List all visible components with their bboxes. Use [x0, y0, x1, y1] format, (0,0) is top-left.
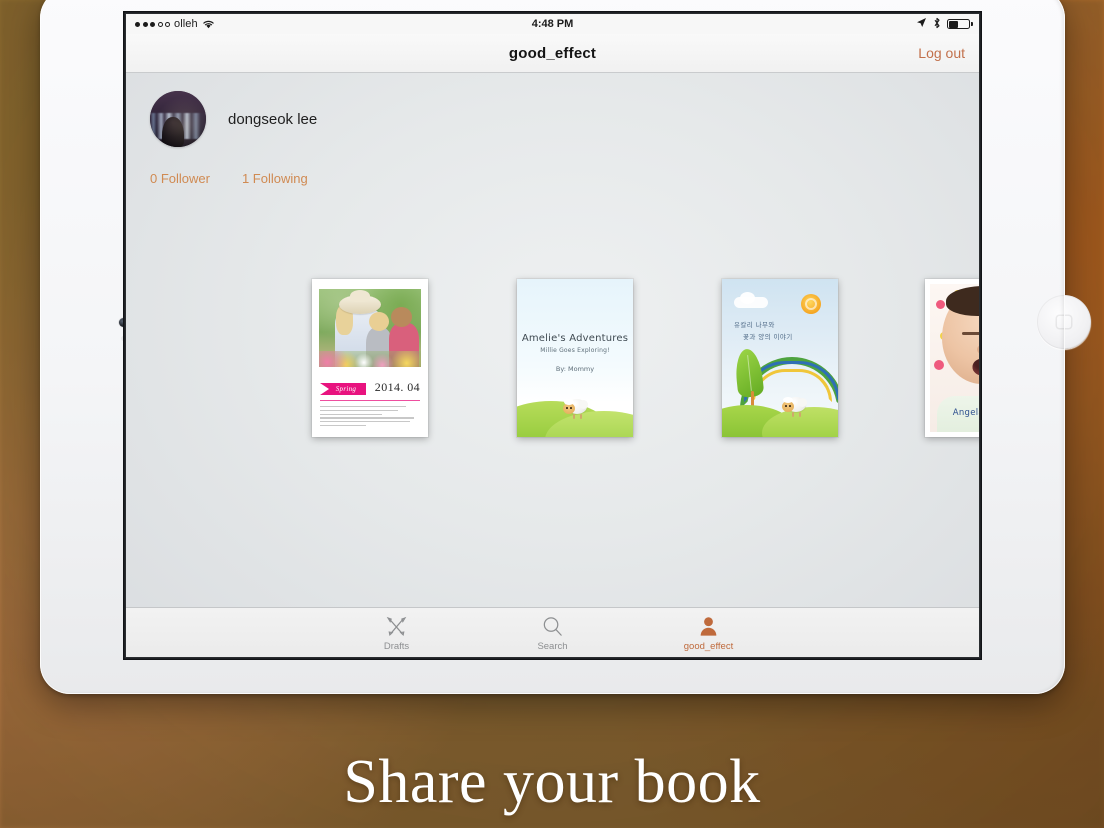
baby-eye-left — [962, 332, 979, 335]
book-card-amelies-adventures[interactable]: Amelie's Adventures Millie Goes Explorin… — [517, 279, 633, 437]
book-title: Amelie's Adventures — [521, 333, 629, 344]
book-card-angelas-story[interactable]: Angela's story — [925, 279, 979, 437]
avatar[interactable] — [150, 91, 206, 147]
book-card-korean-sheep[interactable]: 유칼리 나무와 꽃과 양의 이야기 — [722, 279, 838, 437]
tab-bar: Drafts Search good_effect — [126, 607, 979, 657]
tab-profile[interactable]: good_effect — [663, 614, 755, 652]
divider — [320, 400, 420, 401]
sun-icon — [796, 289, 826, 319]
baby-mouth — [972, 358, 979, 376]
book-title-line1: 유칼리 나무와 — [734, 321, 775, 329]
logout-button[interactable]: Log out — [918, 45, 965, 61]
tab-label: Drafts — [383, 641, 410, 652]
content-area: dongseok lee 0 Follower 1 Following Spri… — [126, 73, 979, 657]
book-title: Angela's story — [952, 408, 979, 418]
home-button[interactable] — [1037, 295, 1091, 349]
following-count[interactable]: 1 Following — [242, 171, 308, 186]
sheep-icon — [782, 397, 807, 417]
sheep-icon — [563, 399, 588, 419]
profile-username: dongseok lee — [228, 110, 318, 128]
book-body-text — [320, 406, 420, 429]
cloud-icon — [734, 292, 768, 308]
book-cover-photo — [319, 289, 421, 367]
profile-header: dongseok lee 0 Follower 1 Following — [150, 91, 317, 186]
status-bar-time: 4:48 PM — [531, 18, 574, 30]
navigation-bar: good_effect Log out — [126, 34, 979, 73]
tab-search[interactable]: Search — [507, 614, 599, 652]
profile-stats: 0 Follower 1 Following — [150, 171, 317, 186]
book-author: By: Mommy — [555, 365, 595, 373]
season-ribbon: Spring — [320, 383, 366, 395]
tab-label: Search — [537, 641, 568, 652]
season-label: Spring — [335, 385, 357, 393]
pencil-ruler-cross-icon — [385, 614, 408, 638]
magnifier-icon — [541, 614, 564, 638]
status-bar: olleh 4:48 PM — [126, 14, 979, 34]
book-shelf: Spring 2014. 04 Amelie's Adventures Mill… — [126, 279, 979, 449]
follower-count[interactable]: 0 Follower — [150, 171, 210, 186]
profile-row: dongseok lee — [150, 91, 317, 147]
promo-banner-text: Share your book — [343, 748, 761, 816]
baby-nose — [977, 344, 979, 355]
book-card-spring[interactable]: Spring 2014. 04 — [312, 279, 428, 437]
ipad-screen: olleh 4:48 PM good_effect Log out dongse… — [126, 14, 979, 657]
person-icon — [697, 614, 720, 638]
book-date: 2014. 04 — [374, 380, 420, 394]
book-cover-photo: Angela's story — [930, 284, 979, 432]
tab-label: good_effect — [683, 641, 734, 652]
book-title-korean: 유칼리 나무와 꽃과 양의 이야기 — [734, 319, 793, 344]
tab-drafts[interactable]: Drafts — [351, 614, 443, 652]
battery-icon — [947, 19, 973, 29]
page-title: good_effect — [508, 44, 597, 62]
book-title-line2: 꽃과 양의 이야기 — [743, 333, 793, 342]
book-subtitle: Millie Goes Exploring! — [540, 347, 610, 354]
